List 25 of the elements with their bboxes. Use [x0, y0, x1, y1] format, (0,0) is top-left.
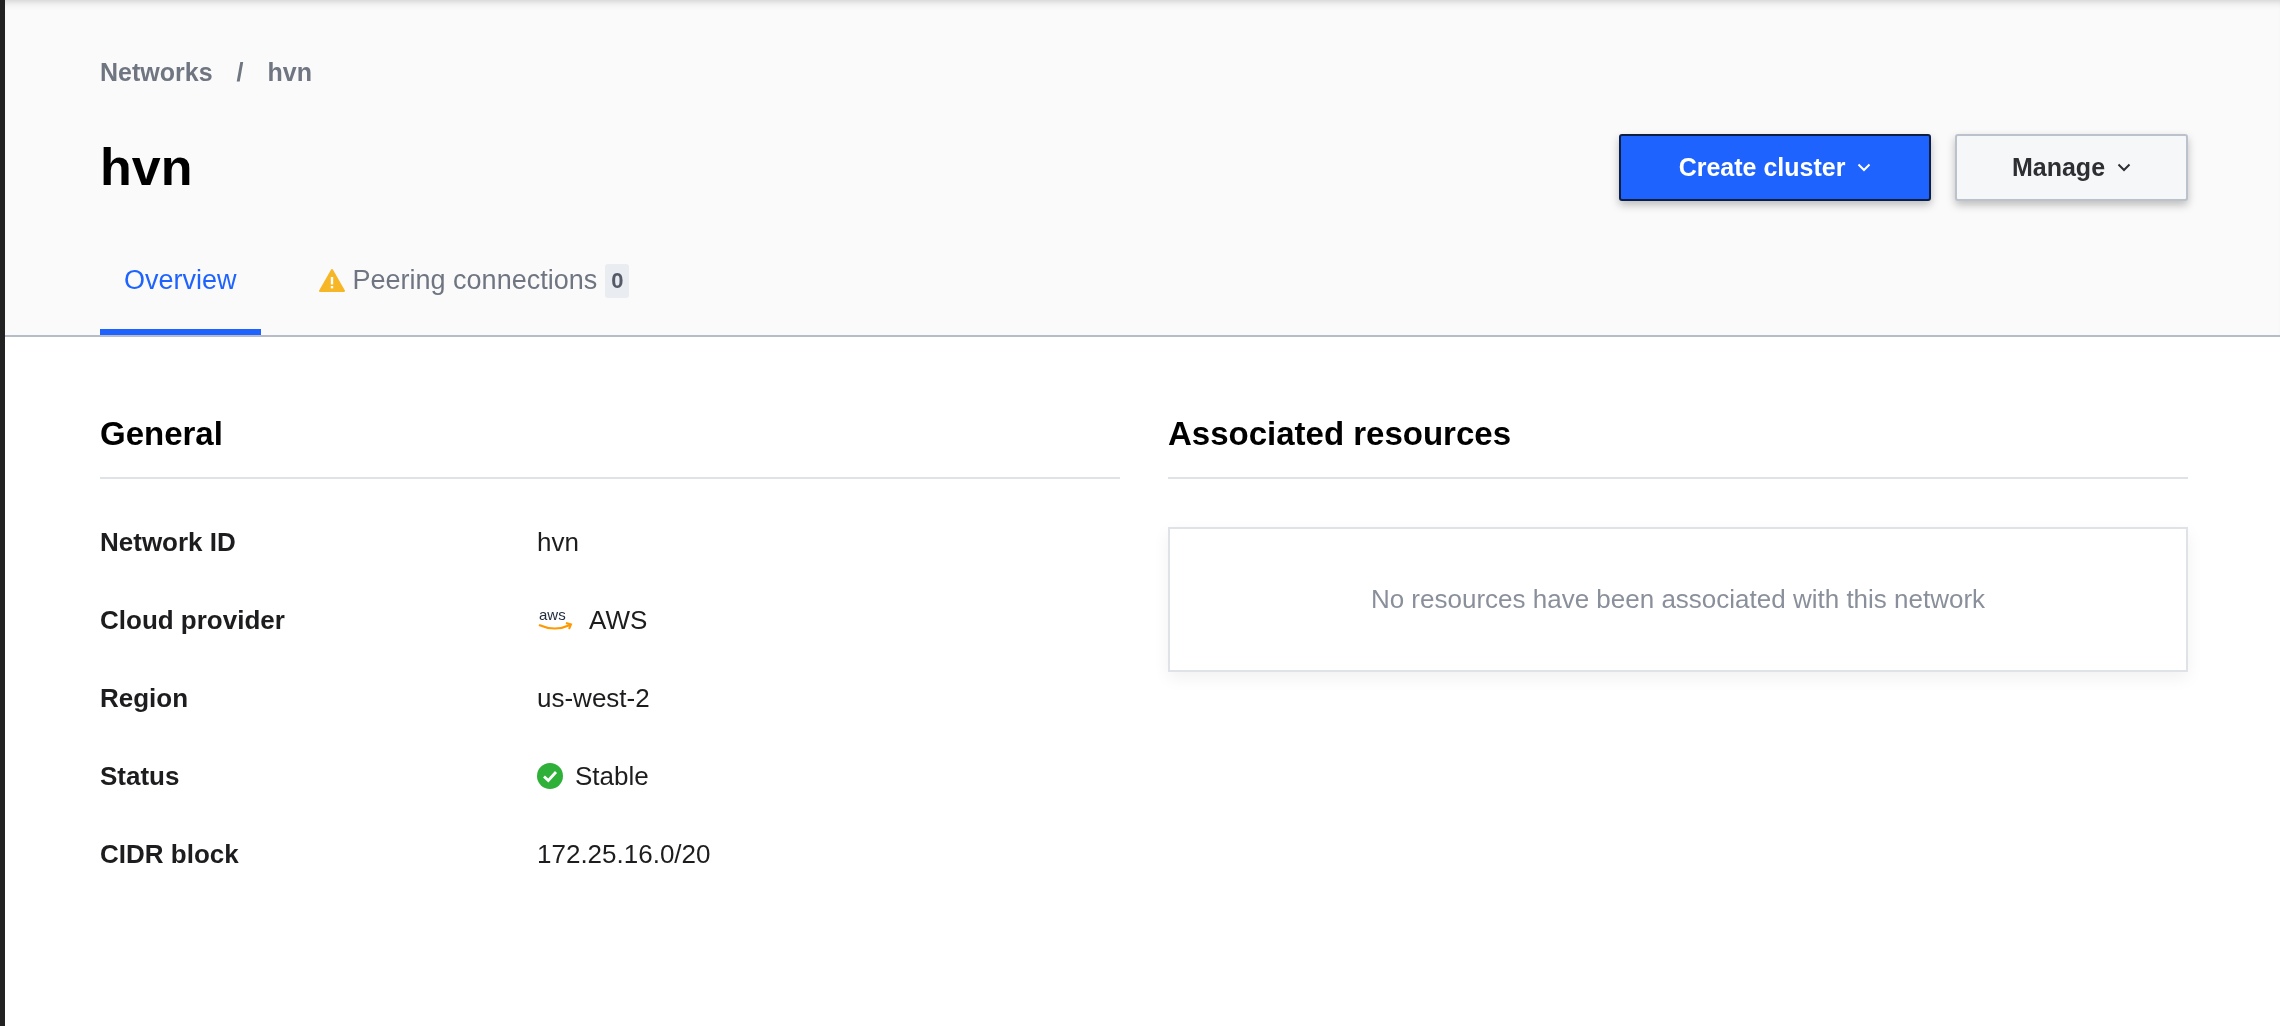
page-title: hvn [100, 137, 193, 197]
tab[interactable]: Overview [100, 232, 261, 335]
field-label: CIDR block [100, 838, 240, 870]
dropdown-button[interactable]: Create cluster [1619, 133, 1931, 201]
breadcrumb-link[interactable]: Networks [100, 57, 213, 87]
breadcrumb-link[interactable]: hvn [267, 57, 312, 87]
count-badge: 0 [605, 263, 630, 298]
field-label: Cloud provider [100, 604, 286, 636]
dropdown-button[interactable]: Manage [1955, 133, 2188, 201]
field-value: Stable [575, 760, 649, 792]
field-value: 172.25.16.0/20 [537, 838, 711, 870]
section-heading: General [100, 415, 1120, 479]
tab[interactable]: Peering connections 0 [294, 232, 654, 335]
empty-state-message: No resources have been associated with this network [1370, 584, 1986, 615]
field-value: us-west-2 [537, 682, 650, 714]
field-value: AWS [589, 604, 648, 636]
field-label: Region [100, 682, 190, 714]
caret-icon [1857, 162, 1872, 172]
caret-icon [2117, 162, 2132, 172]
check-circle-icon [537, 763, 563, 789]
breadcrumb-separator: / [236, 57, 244, 87]
field-value: hvn [537, 526, 579, 558]
field-label: Status [100, 760, 181, 792]
field-label: Network ID [100, 526, 237, 558]
section-heading: Associated resources [1168, 415, 2188, 479]
